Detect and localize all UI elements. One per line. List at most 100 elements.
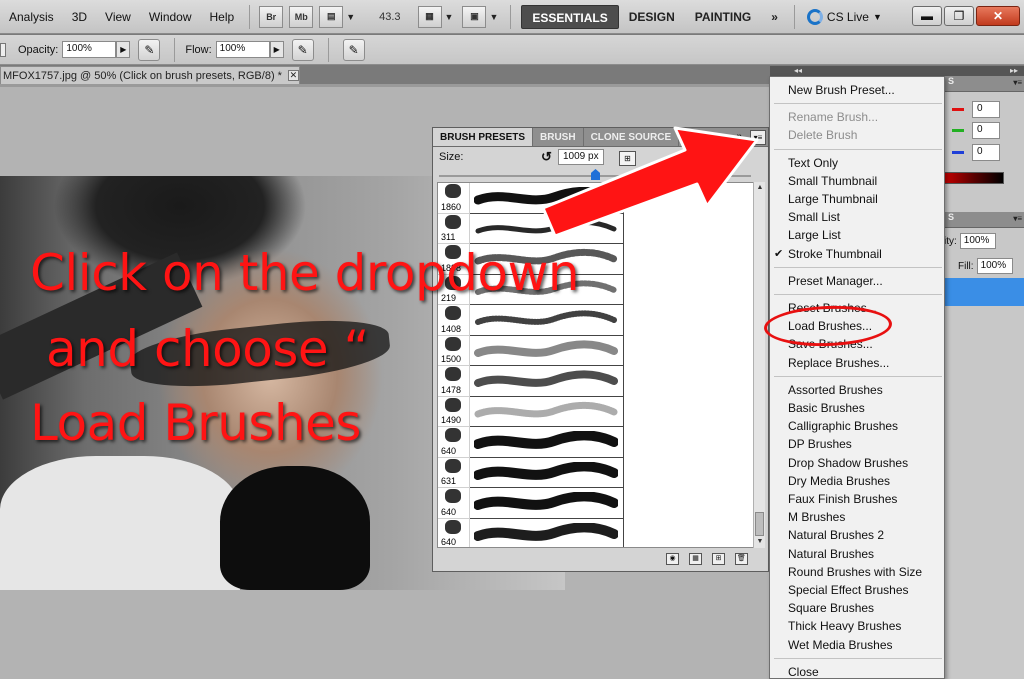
menu-view[interactable]: View — [96, 10, 140, 24]
brush-tip-thumbnail[interactable]: 1860 — [438, 183, 470, 214]
menu-item-drop-shadow-brushes[interactable]: Drop Shadow Brushes — [770, 454, 944, 472]
menu-item-large-list[interactable]: Large List — [770, 226, 944, 244]
bridge-button[interactable]: Br — [259, 5, 284, 28]
cs-live-button[interactable]: CS Live ▼ — [806, 8, 882, 25]
opacity-dropdown-icon[interactable]: ▶ — [116, 41, 131, 58]
workspace-design[interactable]: DESIGN — [619, 10, 685, 24]
menu-item-large-thumbnail[interactable]: Large Thumbnail — [770, 190, 944, 208]
layers-panel-header[interactable]: S ▾≡ — [944, 212, 1024, 228]
document-tab[interactable]: MFOX1757.jpg @ 50% (Click on brush prese… — [0, 66, 300, 84]
brush-preset-row[interactable]: 640 — [438, 488, 753, 519]
red-input[interactable]: 0 — [972, 101, 1000, 118]
brush-preset-row[interactable]: 1500 — [438, 335, 753, 366]
blue-input[interactable]: 0 — [972, 144, 1000, 161]
menu-item-faux-finish-brushes[interactable]: Faux Finish Brushes — [770, 490, 944, 508]
brush-tip-thumbnail[interactable]: 640 — [438, 518, 470, 547]
menu-item-new-brush-preset[interactable]: New Brush Preset... — [770, 81, 944, 99]
menu-item-assorted-brushes[interactable]: Assorted Brushes — [770, 381, 944, 399]
menu-item-square-brushes[interactable]: Square Brushes — [770, 599, 944, 617]
menu-item-dry-media-brushes[interactable]: Dry Media Brushes — [770, 472, 944, 490]
menu-item-small-thumbnail[interactable]: Small Thumbnail — [770, 172, 944, 190]
pressure-size-icon[interactable]: ✎ — [342, 38, 365, 61]
menu-item-close[interactable]: Close — [770, 663, 944, 679]
brush-preset-row[interactable]: 640 — [438, 518, 753, 547]
panel-menu-icon[interactable]: ▾≡ — [1013, 214, 1022, 223]
restore-icon[interactable]: ❐ — [944, 6, 974, 26]
brush-stroke-preview[interactable] — [470, 488, 624, 519]
dock-collapse-strip[interactable]: ◂◂ ▸▸ — [770, 66, 1024, 76]
brush-stroke-preview[interactable] — [470, 335, 624, 366]
layer-opacity-input[interactable]: 100% — [959, 233, 996, 249]
brush-tip-thumbnail[interactable]: 311 — [438, 213, 470, 244]
screen-mode-icon[interactable]: ▣ — [462, 5, 487, 28]
menu-analysis[interactable]: Analysis — [0, 10, 63, 24]
panel-menu-icon[interactable]: ▾≡ — [1013, 78, 1022, 87]
green-input[interactable]: 0 — [972, 122, 1000, 139]
view-extras-icon[interactable]: ▤ — [319, 5, 344, 28]
brush-preset-row[interactable]: 640 — [438, 427, 753, 458]
menu-item-natural-brushes[interactable]: Natural Brushes — [770, 545, 944, 563]
opacity-input[interactable]: 100% — [62, 41, 117, 58]
menu-item-preset-manager[interactable]: Preset Manager... — [770, 272, 944, 290]
brush-tip-thumbnail[interactable]: 640 — [438, 488, 470, 519]
brush-tip-thumbnail[interactable]: 1490 — [438, 396, 470, 427]
menu-item-text-only[interactable]: Text Only — [770, 154, 944, 172]
brush-stroke-preview[interactable] — [470, 396, 624, 427]
brush-stroke-preview[interactable] — [470, 366, 624, 397]
toggle-live-tip-icon[interactable]: ◉ — [666, 553, 679, 565]
brush-tip-thumbnail[interactable]: 640 — [438, 427, 470, 458]
workspace-essentials[interactable]: ESSENTIALS — [521, 4, 619, 29]
scroll-thumb[interactable] — [755, 512, 764, 536]
brush-preset-row[interactable]: 631 — [438, 457, 753, 488]
chevron-down-icon[interactable]: ▼ — [346, 12, 355, 22]
open-preset-manager-icon[interactable]: ▦ — [689, 553, 702, 565]
flow-input[interactable]: 100% — [215, 41, 270, 58]
brush-stroke-preview[interactable] — [470, 305, 624, 336]
brush-preset-row[interactable]: 1478 — [438, 366, 753, 397]
menu-item-replace-brushes[interactable]: Replace Brushes... — [770, 354, 944, 372]
brush-tip-thumbnail[interactable]: 1500 — [438, 335, 470, 366]
color-panel-header[interactable]: S ▾≡ — [944, 76, 1024, 92]
zoom-level[interactable]: 43.3 — [379, 11, 400, 23]
menu-window[interactable]: Window — [140, 10, 201, 24]
green-slider[interactable] — [952, 129, 964, 132]
menu-item-round-brushes-with-size[interactable]: Round Brushes with Size — [770, 563, 944, 581]
menu-item-basic-brushes[interactable]: Basic Brushes — [770, 399, 944, 417]
brush-stroke-preview[interactable] — [470, 427, 624, 458]
layer-fill-input[interactable]: 100% — [976, 258, 1013, 274]
brush-preset-row[interactable]: 1490 — [438, 396, 753, 427]
menu-item-natural-brushes-2[interactable]: Natural Brushes 2 — [770, 526, 944, 544]
menu-item-wet-media-brushes[interactable]: Wet Media Brushes — [770, 636, 944, 654]
flow-dropdown-icon[interactable]: ▶ — [269, 41, 284, 58]
brush-stroke-preview[interactable] — [470, 457, 624, 488]
color-ramp[interactable] — [944, 172, 1004, 184]
menu-item-special-effect-brushes[interactable]: Special Effect Brushes — [770, 581, 944, 599]
toggle-brush-panel-icon[interactable] — [0, 42, 6, 57]
close-document-icon[interactable]: ✕ — [287, 70, 299, 81]
airbrush-icon[interactable]: ✎ — [291, 38, 314, 61]
menu-item-dp-brushes[interactable]: DP Brushes — [770, 435, 944, 453]
tab-brush-presets[interactable]: BRUSH PRESETS — [433, 128, 534, 146]
arrange-documents-icon[interactable]: ▦ — [417, 5, 442, 28]
selected-layer[interactable] — [944, 278, 1024, 306]
workspace-painting[interactable]: PAINTING — [685, 10, 761, 24]
menu-help[interactable]: Help — [201, 10, 244, 24]
brush-tip-thumbnail[interactable]: 1478 — [438, 366, 470, 397]
blue-slider[interactable] — [952, 151, 964, 154]
menu-item-m-brushes[interactable]: M Brushes — [770, 508, 944, 526]
red-slider[interactable] — [952, 108, 964, 111]
chevron-down-icon[interactable]: ▼ — [445, 12, 454, 22]
more-workspaces-icon[interactable]: » — [761, 10, 788, 24]
menu-3d[interactable]: 3D — [63, 10, 96, 24]
brush-stroke-preview[interactable] — [470, 518, 624, 547]
new-preset-icon[interactable]: ⊞ — [712, 553, 725, 565]
minimize-icon[interactable]: ▬ — [912, 6, 942, 26]
menu-item-calligraphic-brushes[interactable]: Calligraphic Brushes — [770, 417, 944, 435]
brush-tip-thumbnail[interactable]: 1408 — [438, 305, 470, 336]
menu-item-thick-heavy-brushes[interactable]: Thick Heavy Brushes — [770, 617, 944, 635]
mini-bridge-button[interactable]: Mb — [289, 5, 314, 28]
menu-item-small-list[interactable]: Small List — [770, 208, 944, 226]
close-icon[interactable]: ✕ — [976, 6, 1020, 26]
pressure-opacity-icon[interactable]: ✎ — [138, 38, 161, 61]
menu-item-stroke-thumbnail[interactable]: ✔ Stroke Thumbnail — [770, 245, 944, 263]
